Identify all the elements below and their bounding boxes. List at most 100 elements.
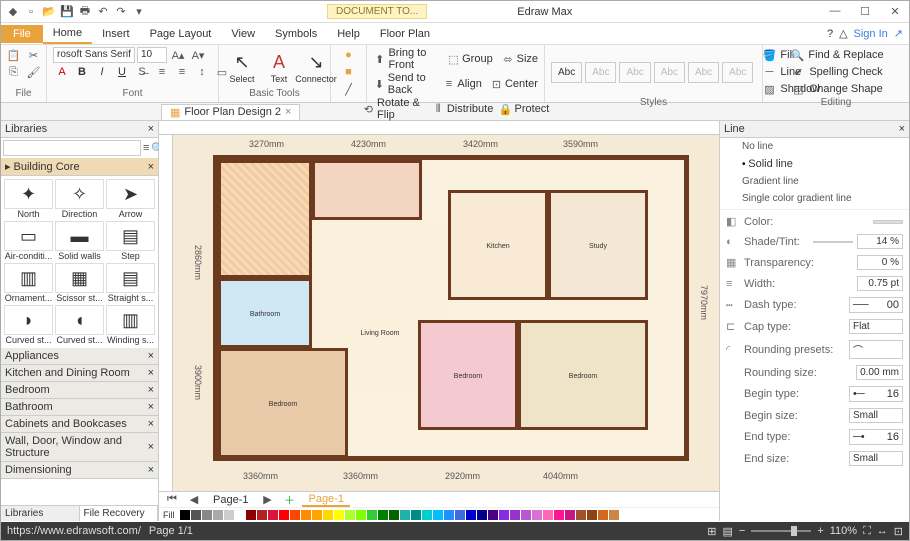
room-bed3[interactable]: Bedroom [518, 320, 648, 430]
floor-plan[interactable]: Bathroom Kitchen Study Living Room Bedro… [213, 155, 689, 461]
undo-icon[interactable]: ↶ [95, 4, 111, 20]
color-swatch[interactable] [213, 510, 223, 520]
width-value[interactable]: 0.75 pt [857, 276, 903, 291]
shape-north[interactable]: ✦North [4, 179, 53, 219]
maximize-icon[interactable]: ☐ [855, 5, 875, 18]
distribute-icon[interactable]: ⫴ [431, 101, 444, 117]
text-tool[interactable]: AText [262, 50, 296, 86]
color-swatch[interactable] [565, 510, 575, 520]
change-shape-icon[interactable]: ◫ [789, 81, 807, 97]
zoom-out-icon[interactable]: − [739, 525, 745, 537]
shape-scissor[interactable]: ▦Scissor st... [55, 263, 104, 303]
color-swatch[interactable] [411, 510, 421, 520]
font-size-select[interactable]: 10 [137, 47, 167, 63]
shape-winding[interactable]: ▥Winding s... [106, 305, 155, 345]
cat-bathroom[interactable]: Bathroom× [1, 399, 158, 416]
shade-value[interactable]: 14 % [857, 234, 903, 249]
transparency-value[interactable]: 0 % [857, 255, 903, 270]
minimize-icon[interactable]: — [825, 5, 845, 18]
opt-single-gradient[interactable]: Single color gradient line [720, 190, 909, 207]
library-search-input[interactable] [3, 140, 141, 156]
shape-arrow[interactable]: ➤Arrow [106, 179, 155, 219]
qat-more-icon[interactable]: ▾ [131, 4, 147, 20]
font-color-icon[interactable]: A [53, 64, 71, 80]
file-menu[interactable]: File [1, 25, 43, 43]
help-icon[interactable]: ? [827, 28, 833, 40]
color-swatch[interactable] [224, 510, 234, 520]
tab-view[interactable]: View [221, 25, 265, 43]
color-swatch[interactable] [279, 510, 289, 520]
search-menu-icon[interactable]: ≡ [143, 140, 149, 156]
end-size[interactable]: Small [849, 451, 903, 466]
strike-icon[interactable]: S̶ [133, 64, 151, 80]
end-type[interactable]: ─•16 [849, 429, 903, 445]
bring-front-icon[interactable]: ⬆ [373, 51, 386, 67]
rounding-size[interactable]: 0.00 mm [856, 365, 903, 380]
fullscreen-icon[interactable]: ⊡ [894, 525, 903, 538]
italic-icon[interactable]: I [93, 64, 111, 80]
view-icon-1[interactable]: ⊞ [707, 525, 716, 538]
group-icon[interactable]: ⬚ [447, 51, 460, 67]
document-recovery-banner[interactable]: DOCUMENT TO... [327, 4, 427, 19]
room-top-left[interactable] [218, 160, 312, 278]
shape-circle-icon[interactable]: ● [340, 47, 358, 63]
tab-home[interactable]: Home [43, 24, 92, 44]
document-tab[interactable]: ▦ Floor Plan Design 2 × [161, 104, 300, 120]
print-icon[interactable]: 🖶 [77, 4, 93, 20]
color-swatch[interactable] [191, 510, 201, 520]
color-swatch[interactable] [455, 510, 465, 520]
color-swatch[interactable] [532, 510, 542, 520]
center-icon[interactable]: ⊡ [490, 76, 503, 92]
send-back-icon[interactable]: ⬇ [373, 76, 386, 92]
color-swatch[interactable] [400, 510, 410, 520]
dash-select[interactable]: ──00 [849, 297, 903, 313]
opt-solid-line[interactable]: • Solid line [720, 155, 909, 173]
color-swatch[interactable] [389, 510, 399, 520]
align-left-icon[interactable]: ≡ [173, 64, 191, 80]
room-bed1[interactable]: Bedroom [218, 348, 348, 458]
color-swatch[interactable] [433, 510, 443, 520]
color-swatch[interactable] [180, 510, 190, 520]
shape-straight[interactable]: ▤Straight s... [106, 263, 155, 303]
color-swatch[interactable] [609, 510, 619, 520]
close-cat-icon[interactable]: × [148, 161, 154, 173]
size-icon[interactable]: ⬄ [501, 51, 514, 67]
color-swatch[interactable] [499, 510, 509, 520]
new-icon[interactable]: ▫ [23, 4, 39, 20]
color-swatch[interactable] [576, 510, 586, 520]
close-line-pane-icon[interactable]: × [899, 123, 905, 135]
room-bath[interactable]: Bathroom [218, 278, 312, 348]
cat-building-core[interactable]: ▸Building Core× [1, 158, 158, 176]
tab-floor-plan[interactable]: Floor Plan [370, 25, 440, 43]
font-family-select[interactable]: rosoft Sans Serif [53, 47, 135, 63]
paste-icon[interactable]: 📋 [5, 47, 23, 63]
shape-line-icon[interactable]: ╱ [340, 81, 358, 97]
color-swatch[interactable] [510, 510, 520, 520]
page-add-icon[interactable]: ＋ [280, 492, 298, 508]
opt-no-line[interactable]: No line [720, 138, 909, 155]
underline-icon[interactable]: U [113, 64, 131, 80]
sign-in-link[interactable]: Sign In [854, 28, 888, 40]
tab-help[interactable]: Help [327, 25, 370, 43]
color-swatch[interactable] [477, 510, 487, 520]
fit-page-icon[interactable]: ⛶ [863, 525, 871, 538]
line-spacing-icon[interactable]: ↕ [193, 64, 211, 80]
page-tab-active[interactable]: Page-1 [302, 493, 349, 507]
shrink-font-icon[interactable]: A▾ [189, 47, 207, 63]
color-swatch[interactable] [290, 510, 300, 520]
tab-page-layout[interactable]: Page Layout [140, 25, 222, 43]
zoom-slider[interactable] [751, 530, 811, 532]
page-next-icon[interactable]: ▶ [258, 492, 276, 508]
cut-icon[interactable]: ✂ [25, 47, 43, 63]
close-libraries-icon[interactable]: × [148, 123, 154, 135]
room-bed2[interactable]: Bedroom [418, 320, 518, 430]
signin-arrow-icon[interactable]: ↗ [894, 27, 903, 40]
color-swatch[interactable] [543, 510, 553, 520]
bullets-icon[interactable]: ≡ [153, 64, 171, 80]
align-icon[interactable]: ≡ [443, 76, 456, 92]
color-swatch[interactable] [367, 510, 377, 520]
shape-step[interactable]: ▤Step [106, 221, 155, 261]
close-tab-icon[interactable]: × [285, 106, 291, 118]
page-first-icon[interactable]: ⏮ [163, 492, 181, 508]
cat-appliances[interactable]: Appliances× [1, 348, 158, 365]
